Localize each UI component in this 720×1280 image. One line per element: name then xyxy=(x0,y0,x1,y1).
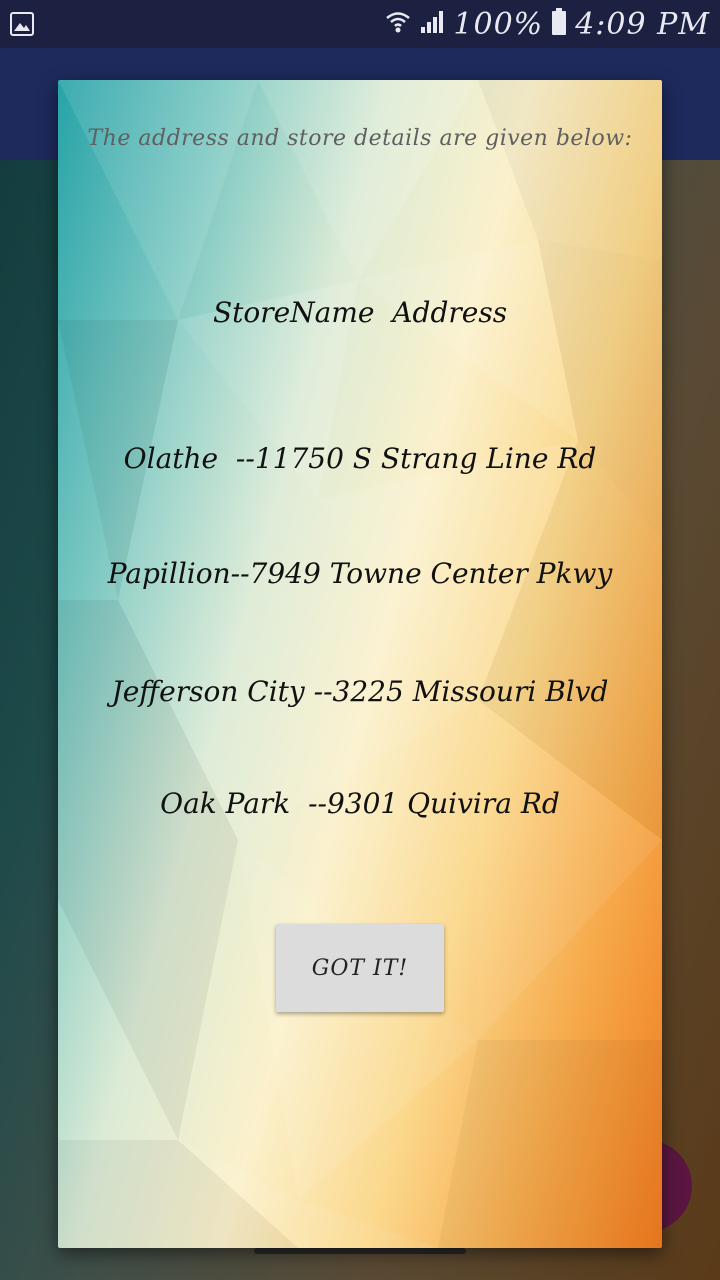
store-line-oak-park: Oak Park --9301 Quivira Rd xyxy=(160,787,560,820)
got-it-button[interactable]: GOT IT! xyxy=(276,924,444,1012)
battery-percentage: 100% xyxy=(453,6,544,42)
table-header: StoreName Address xyxy=(212,296,508,329)
dialog-intro-text: The address and store details are given … xyxy=(87,126,633,151)
app-bottom-bar xyxy=(254,1248,466,1254)
status-right-group: 100% 4:09 PM xyxy=(385,0,710,48)
wifi-icon xyxy=(385,9,411,39)
store-line-papillion: Papillion--7949 Towne Center Pkwy xyxy=(107,557,613,590)
store-line-jefferson-city: Jefferson City --3225 Missouri Blvd xyxy=(111,675,609,708)
battery-full-icon xyxy=(551,8,567,40)
dialog-content: The address and store details are given … xyxy=(58,80,662,1248)
cell-signal-icon xyxy=(419,9,445,39)
store-details-dialog: The address and store details are given … xyxy=(58,80,662,1248)
status-bar: 100% 4:09 PM xyxy=(0,0,720,48)
store-line-olathe: Olathe --11750 S Strang Line Rd xyxy=(123,442,597,475)
image-notification-icon xyxy=(10,12,34,36)
clock: 4:09 PM xyxy=(575,6,710,42)
